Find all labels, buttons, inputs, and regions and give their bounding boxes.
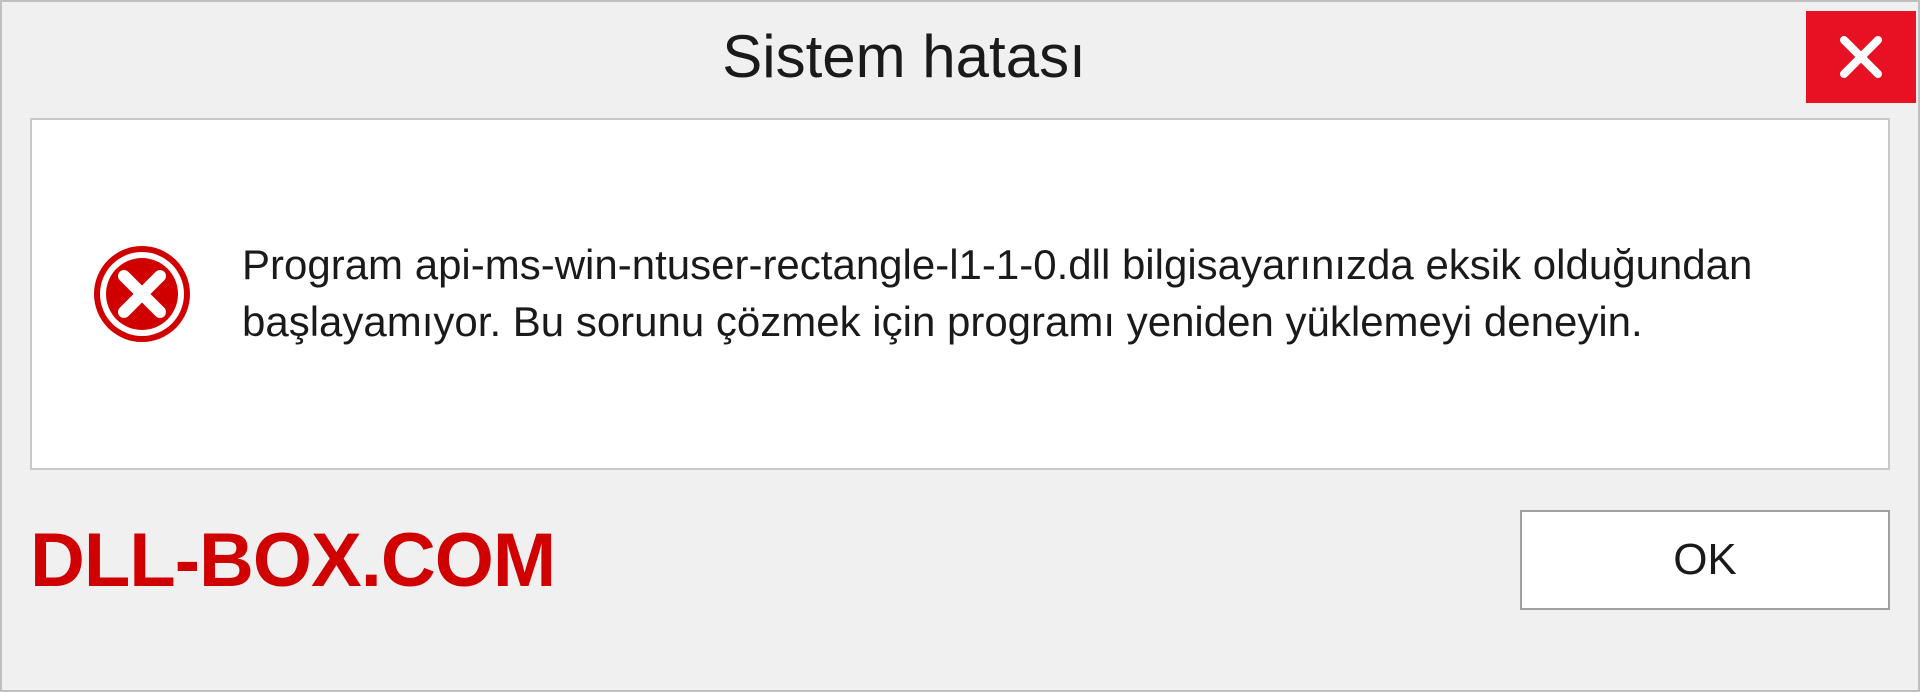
content-area: Program api-ms-win-ntuser-rectangle-l1-1… xyxy=(30,118,1890,470)
error-icon xyxy=(92,244,192,344)
error-message: Program api-ms-win-ntuser-rectangle-l1-1… xyxy=(242,237,1828,350)
titlebar: Sistem hatası xyxy=(2,2,1918,110)
close-button[interactable] xyxy=(1806,11,1916,103)
ok-button[interactable]: OK xyxy=(1520,510,1890,610)
watermark-text: DLL-BOX.COM xyxy=(30,517,555,604)
dialog-title: Sistem hatası xyxy=(722,22,1086,91)
error-dialog: Sistem hatası Program api-ms-win-ntuser-… xyxy=(0,0,1920,692)
close-icon xyxy=(1836,32,1886,82)
footer: DLL-BOX.COM OK xyxy=(2,470,1918,610)
